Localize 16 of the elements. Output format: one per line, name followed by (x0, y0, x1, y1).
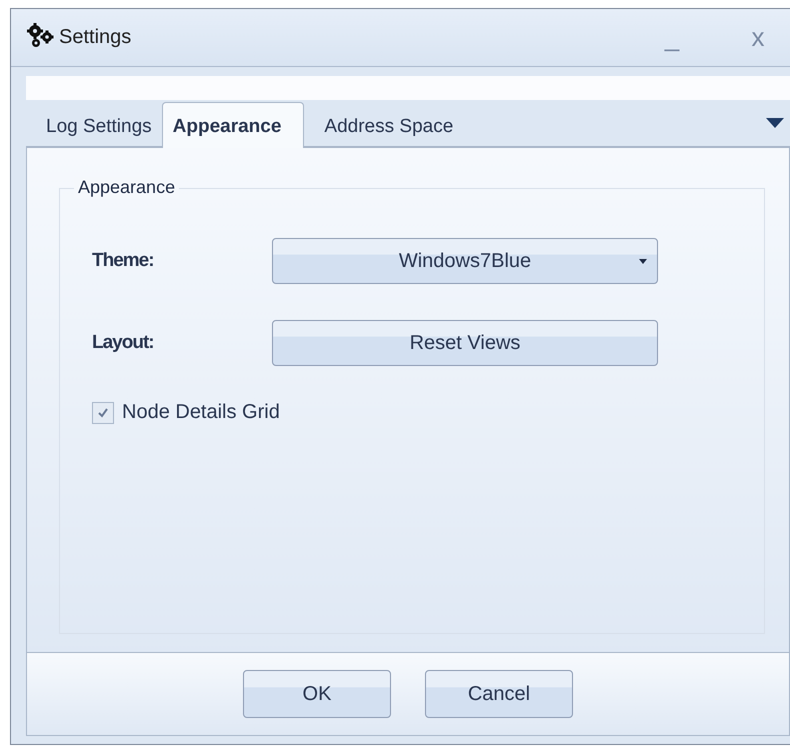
cancel-button[interactable]: Cancel (425, 670, 573, 718)
gears-icon (27, 22, 55, 48)
checkbox-label: Node Details Grid (122, 401, 280, 424)
tab[interactable]: Address Space (304, 104, 464, 146)
reset-views-button[interactable]: Reset Views (272, 320, 658, 366)
tab[interactable]: Appearance (162, 102, 304, 148)
field-label: Theme: (92, 250, 155, 272)
tab[interactable]: Log Settings (26, 104, 162, 146)
field-label: Layout: (92, 332, 155, 354)
checkbox[interactable] (92, 402, 114, 424)
caret-icon (639, 259, 647, 264)
dropdown-arrow-icon[interactable] (766, 118, 784, 128)
window-title: Settings (59, 26, 132, 49)
ok-button[interactable]: OK (243, 670, 391, 718)
checkmark-icon (96, 406, 110, 420)
theme-dropdown[interactable]: Windows7Blue (272, 238, 658, 284)
